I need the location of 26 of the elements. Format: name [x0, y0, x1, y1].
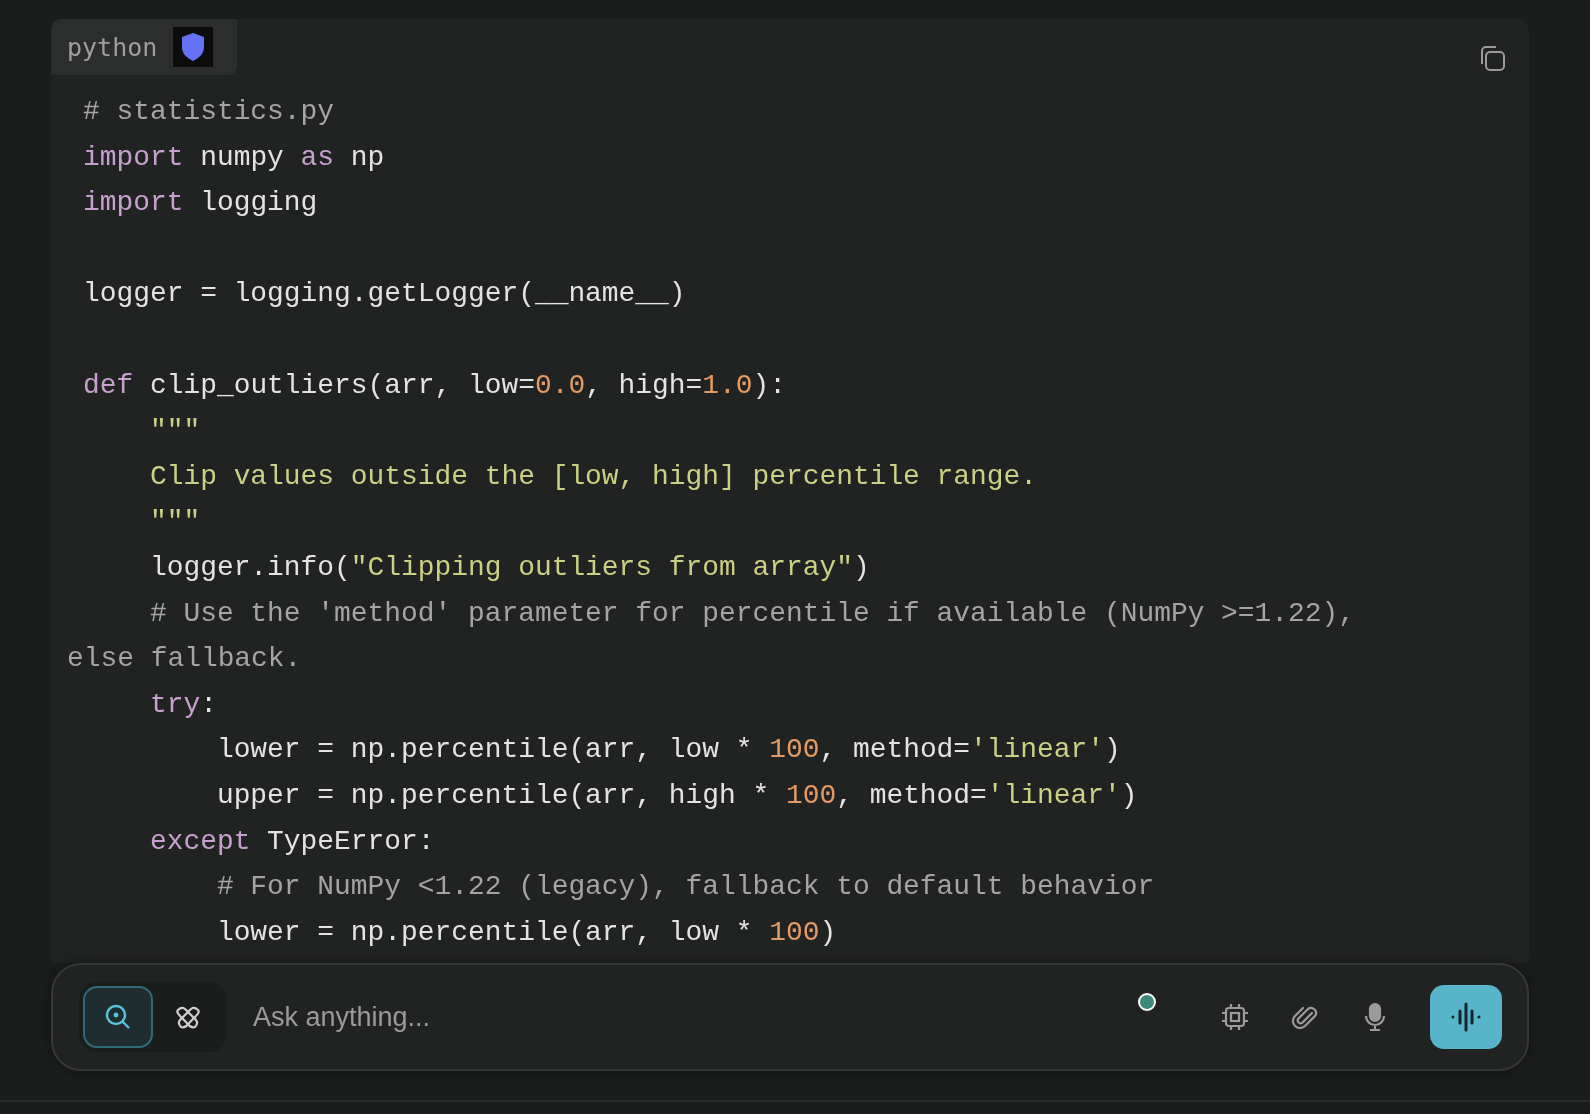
voice-button[interactable] — [1430, 985, 1502, 1049]
code-line: def clip_outliers(arr, low=0.0, high=1.0): — [82, 368, 786, 403]
code-line: try: — [148, 687, 217, 722]
code-line: lower = np.percentile(arr, low * 100) — [215, 915, 837, 950]
code-line: upper = np.percentile(arr, high * 100, method='linear') — [215, 778, 1138, 813]
code-line: """ — [148, 414, 201, 449]
code-line: # statistics.py — [82, 95, 335, 129]
waveform-icon — [1449, 1000, 1483, 1034]
code-line: logger = logging.getLogger(__name__) — [82, 277, 686, 312]
language-label: python — [67, 32, 158, 62]
code-line: else fallback. — [67, 642, 302, 677]
code-line: # For NumPy <1.22 (legacy), fallback to default behavior — [215, 870, 1155, 905]
copy-icon[interactable] — [1478, 44, 1506, 72]
code-line: """ — [148, 505, 201, 540]
code-line: except TypeError: — [148, 824, 435, 859]
code-line: # Use the 'method' parameter for percentile if available (NumPy >=1.22), — [148, 596, 1356, 631]
code-line: import logging — [82, 186, 318, 221]
ask-field[interactable]: Ask anything... — [251, 991, 1138, 1043]
chip-icon[interactable] — [1220, 1002, 1250, 1032]
shield-icon — [173, 27, 214, 67]
code-line: logger.info("Clipping outliers from array") — [148, 550, 870, 585]
search-mode-button[interactable] — [83, 986, 153, 1048]
composer-field[interactable]: Ask anything... — [51, 963, 1529, 1071]
code-line: import numpy as np — [82, 140, 385, 175]
code-line: Clip values outside the [low, high] percentile range. — [148, 459, 1037, 494]
code-line: lower = np.percentile(arr, low * 100, method='linear') — [215, 733, 1121, 768]
